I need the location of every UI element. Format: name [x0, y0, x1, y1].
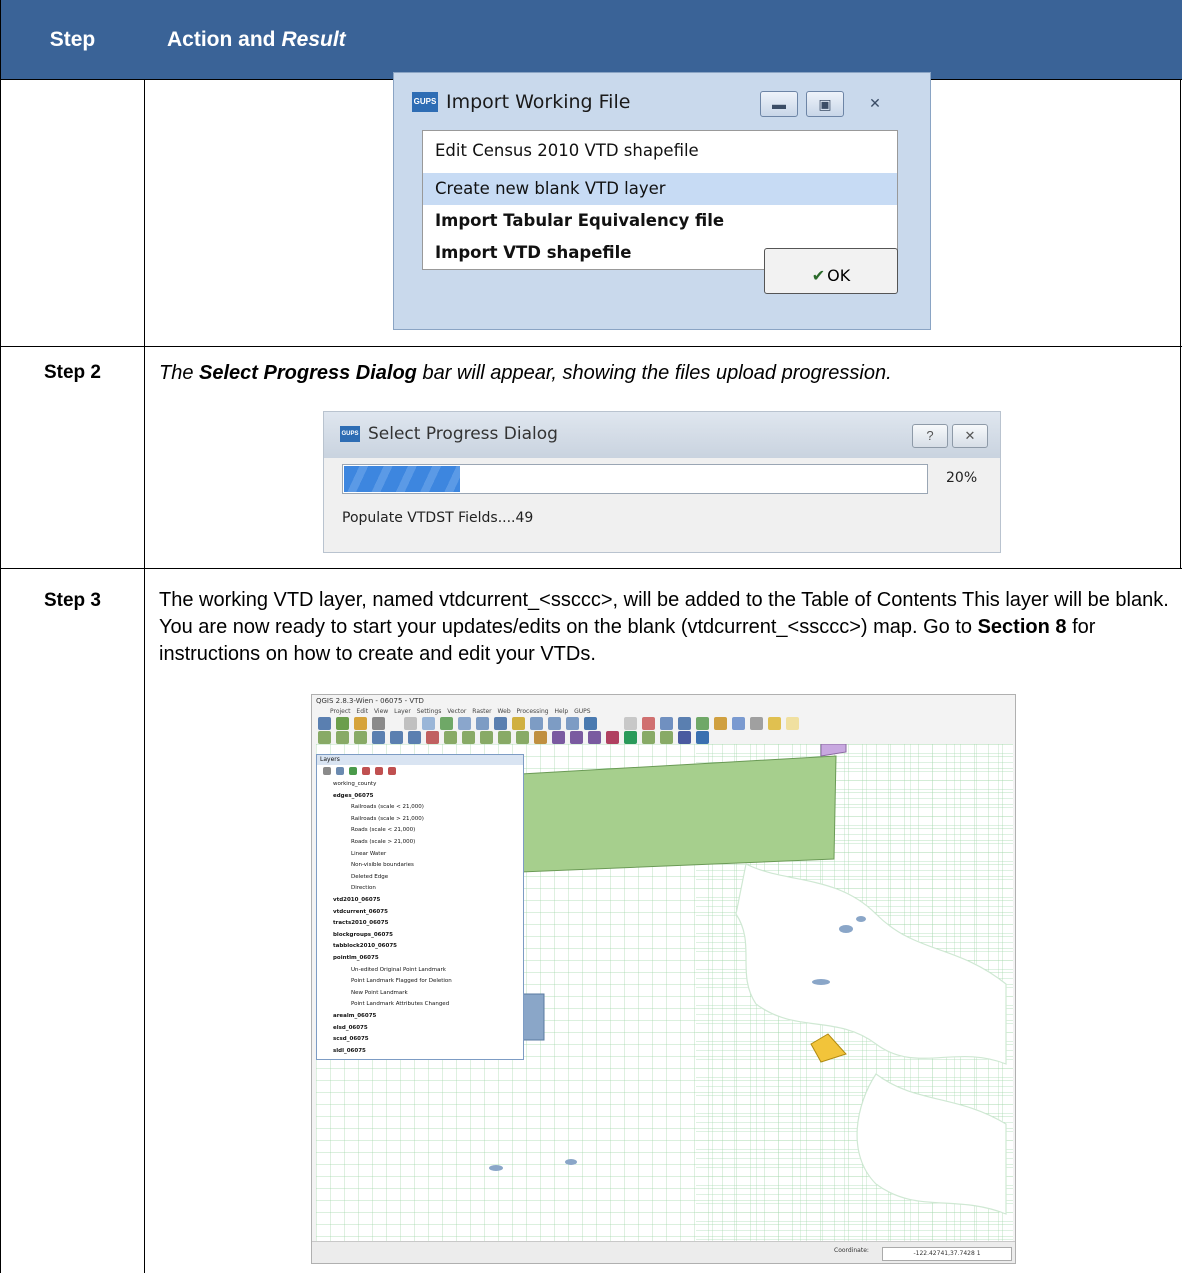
layer-item[interactable]: arealm_06075 [333, 1013, 376, 1019]
layer-item[interactable]: edges_06075 [333, 793, 374, 799]
row-divider [1, 346, 1182, 347]
step-2-text: The Select Progress Dialog bar will appe… [159, 360, 1169, 387]
layer-item[interactable]: Deleted Edge [351, 874, 388, 880]
layer-item[interactable]: working_county [333, 781, 376, 787]
step-3-text: The working VTD layer, named vtdcurrent_… [159, 587, 1169, 668]
header-result-label: Result [281, 28, 346, 51]
option-create-blank-vtd[interactable]: Create new blank VTD layer [423, 173, 897, 205]
ok-button-label: OK [827, 266, 851, 285]
minimize-icon[interactable]: ▬ [760, 91, 798, 117]
table-header: Step Action and Result [1, 0, 1182, 80]
layer-item[interactable]: Point Landmark Flagged for Deletion [351, 978, 452, 984]
layer-item[interactable]: blockgroups_06075 [333, 932, 393, 938]
progress-percent: 20% [946, 470, 978, 486]
column-divider [144, 80, 145, 1273]
layer-item[interactable]: Linear Water [351, 851, 386, 857]
layer-item[interactable]: New Point Landmark [351, 990, 408, 996]
layers-panel[interactable]: Layers working_county edges_06075 Railroad… [316, 754, 524, 1060]
header-action-label: Action and [167, 28, 276, 51]
layer-item[interactable]: vtd2010_06075 [333, 897, 380, 903]
layer-item[interactable]: tracts2010_06075 [333, 920, 388, 926]
progress-bar [342, 464, 928, 494]
layer-item[interactable]: sldl_06075 [333, 1048, 366, 1054]
layer-item[interactable]: vtdcurrent_06075 [333, 909, 388, 915]
option-edit-census-vtd[interactable]: Edit Census 2010 VTD shapefile [423, 135, 897, 167]
progress-dialog-title: GUPS Select Progress Dialog [340, 424, 558, 444]
layer-item[interactable]: pointlm_06075 [333, 955, 379, 961]
layer-item[interactable]: scsd_06075 [333, 1036, 369, 1042]
qgis-status-bar: Coordinate: -122.42741,37.7428 1 [312, 1241, 1015, 1263]
import-working-file-dialog: GUPS Import Working File ▬ ▣ ✕ Edit Cens… [393, 72, 931, 330]
layer-item[interactable]: Railroads (scale < 21,000) [351, 804, 424, 810]
coordinate-field[interactable]: -122.42741,37.7428 1 [882, 1247, 1012, 1261]
step-2-text-pre: The [159, 362, 200, 384]
option-import-tabular-equivalency[interactable]: Import Tabular Equivalency file [423, 205, 897, 237]
layer-item[interactable]: Direction [351, 885, 376, 891]
header-step: Step [49, 28, 96, 51]
gups-logo-icon: GUPS [340, 426, 360, 442]
select-progress-dialog: GUPS Select Progress Dialog ? ✕ 20% Popu… [323, 411, 1001, 553]
qgis-menu-bar[interactable]: Project Edit View Layer Settings Vector … [330, 708, 591, 715]
step-3-text-bold: Section 8 [977, 616, 1067, 638]
header-action: Action and Result [167, 0, 346, 80]
qgis-screenshot: QGIS 2.8.3-Wien - 06075 - VTD Project Ed… [311, 694, 1016, 1264]
instruction-table: Step Action and Result GUPS Import Worki… [0, 0, 1182, 1273]
progress-dialog-title-text: Select Progress Dialog [368, 424, 558, 444]
layer-item[interactable]: Un-edited Original Point Landmark [351, 967, 446, 973]
close-icon[interactable]: ✕ [856, 91, 894, 117]
layer-item[interactable]: tabblock2010_06075 [333, 943, 397, 949]
step-2-label: Step 2 [43, 362, 102, 383]
ok-button[interactable]: ✔ OK [764, 248, 898, 294]
step-3-label: Step 3 [43, 590, 102, 611]
dialog-title: GUPS Import Working File [412, 91, 630, 113]
qgis-window-title: QGIS 2.8.3-Wien - 06075 - VTD [316, 697, 424, 705]
gups-logo-icon: GUPS [412, 92, 438, 112]
dialog-title-text: Import Working File [446, 91, 631, 113]
help-icon[interactable]: ? [912, 424, 948, 448]
layer-item[interactable]: Railroads (scale > 21,000) [351, 816, 424, 822]
layer-item[interactable]: Point Landmark Attributes Changed [351, 1001, 449, 1007]
layer-item[interactable]: Roads (scale < 21,000) [351, 827, 415, 833]
layer-item[interactable]: elsd_06075 [333, 1025, 368, 1031]
step-2-text-post: bar will appear, showing the files uploa… [416, 362, 892, 384]
checkmark-icon: ✔ [811, 266, 826, 285]
progress-status: Populate VTDST Fields....49 [342, 510, 534, 526]
layer-item[interactable]: Non-visible boundaries [351, 862, 414, 868]
progress-bar-fill [344, 466, 461, 492]
row-divider [1, 568, 1182, 569]
table-right-border [1180, 80, 1181, 568]
close-icon[interactable]: ✕ [952, 424, 988, 448]
progress-dialog-titlebar: GUPS Select Progress Dialog ? ✕ [324, 412, 1000, 458]
layer-item[interactable]: Roads (scale > 21,000) [351, 839, 415, 845]
maximize-icon[interactable]: ▣ [806, 91, 844, 117]
coordinate-label: Coordinate: [834, 1247, 869, 1254]
layers-panel-title: Layers [317, 755, 523, 765]
step-2-text-bold: Select Progress Dialog [199, 362, 417, 384]
